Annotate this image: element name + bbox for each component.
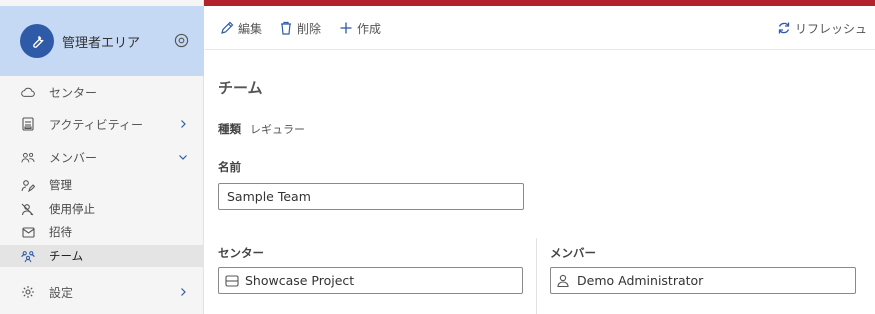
sidebar-item-label: 管理 [49, 178, 72, 192]
team-icon [21, 249, 35, 263]
people-icon [21, 150, 35, 164]
sidebar-item-center[interactable]: センター [0, 78, 204, 106]
toolbar: 編集 削除 作成 リフレッシュ [205, 6, 875, 50]
person-icon [557, 274, 571, 288]
chevron-right-icon[interactable] [178, 119, 188, 129]
chevron-right-icon[interactable] [178, 287, 188, 297]
main-content: 編集 削除 作成 リフレッシュ チーム 種類 レギュラー 名前 Sample T… [205, 6, 875, 314]
sidebar-item-label: アクティビティー [49, 117, 143, 132]
kind-value: レギュラー [250, 123, 305, 136]
browser-window-icon [225, 274, 239, 288]
name-field[interactable]: Sample Team [218, 183, 524, 210]
member-field-value: Demo Administrator [577, 273, 704, 288]
refresh-button-label: リフレッシュ [795, 21, 868, 36]
center-field-value: Showcase Project [245, 273, 355, 288]
create-button-label: 作成 [357, 21, 382, 36]
sidebar: 管理者エリア センター アクティビティー メンバー 管理 使用停止 招待 チーム… [0, 0, 204, 314]
sidebar-item-label: センター [49, 85, 98, 100]
sidebar-item-team[interactable]: チーム [0, 245, 204, 267]
sidebar-item-activity[interactable]: アクティビティー [0, 110, 204, 138]
sidebar-header-title: 管理者エリア [62, 36, 141, 51]
sidebar-item-settings[interactable]: 設定 [0, 278, 204, 306]
sidebar-item-label: 招待 [49, 225, 72, 239]
create-button[interactable]: 作成 [339, 19, 381, 37]
sidebar-item-label: チーム [49, 249, 84, 263]
mail-icon [21, 225, 35, 239]
column-divider [536, 238, 537, 314]
pencil-icon [221, 21, 234, 34]
admin-avatar[interactable] [20, 24, 54, 58]
person-block-icon [21, 202, 35, 216]
refresh-button[interactable]: リフレッシュ [777, 19, 867, 37]
settings-circle-icon[interactable] [174, 33, 189, 48]
plus-icon [340, 22, 352, 34]
trash-icon [281, 21, 291, 35]
kind-label: 種類 [218, 122, 241, 136]
page-title: チーム [218, 79, 263, 97]
sidebar-item-label: メンバー [49, 150, 98, 165]
sidebar-header: 管理者エリア [0, 6, 204, 76]
sidebar-item-label: 設定 [49, 285, 74, 300]
person-edit-icon [21, 178, 35, 192]
sidebar-item-invite[interactable]: 招待 [0, 221, 204, 243]
center-field[interactable]: Showcase Project [218, 267, 523, 294]
name-label: 名前 [218, 160, 241, 174]
sidebar-item-suspended[interactable]: 使用停止 [0, 198, 204, 220]
sidebar-item-manage[interactable]: 管理 [0, 174, 204, 196]
sidebar-item-members[interactable]: メンバー [0, 143, 204, 171]
edit-button[interactable]: 編集 [220, 19, 262, 37]
edit-button-label: 編集 [238, 21, 263, 36]
delete-button[interactable]: 削除 [279, 19, 321, 37]
sidebar-item-label: 使用停止 [49, 202, 95, 216]
member-field[interactable]: Demo Administrator [550, 267, 856, 294]
wrench-icon [33, 36, 44, 48]
document-icon [21, 117, 35, 131]
cloud-icon [21, 85, 35, 99]
member-label: メンバー [550, 246, 596, 260]
delete-button-label: 削除 [297, 21, 322, 36]
refresh-icon [778, 22, 790, 34]
gear-icon [21, 285, 35, 299]
chevron-down-icon[interactable] [178, 152, 188, 162]
center-label: センター [218, 246, 264, 260]
name-field-value: Sample Team [227, 189, 311, 204]
